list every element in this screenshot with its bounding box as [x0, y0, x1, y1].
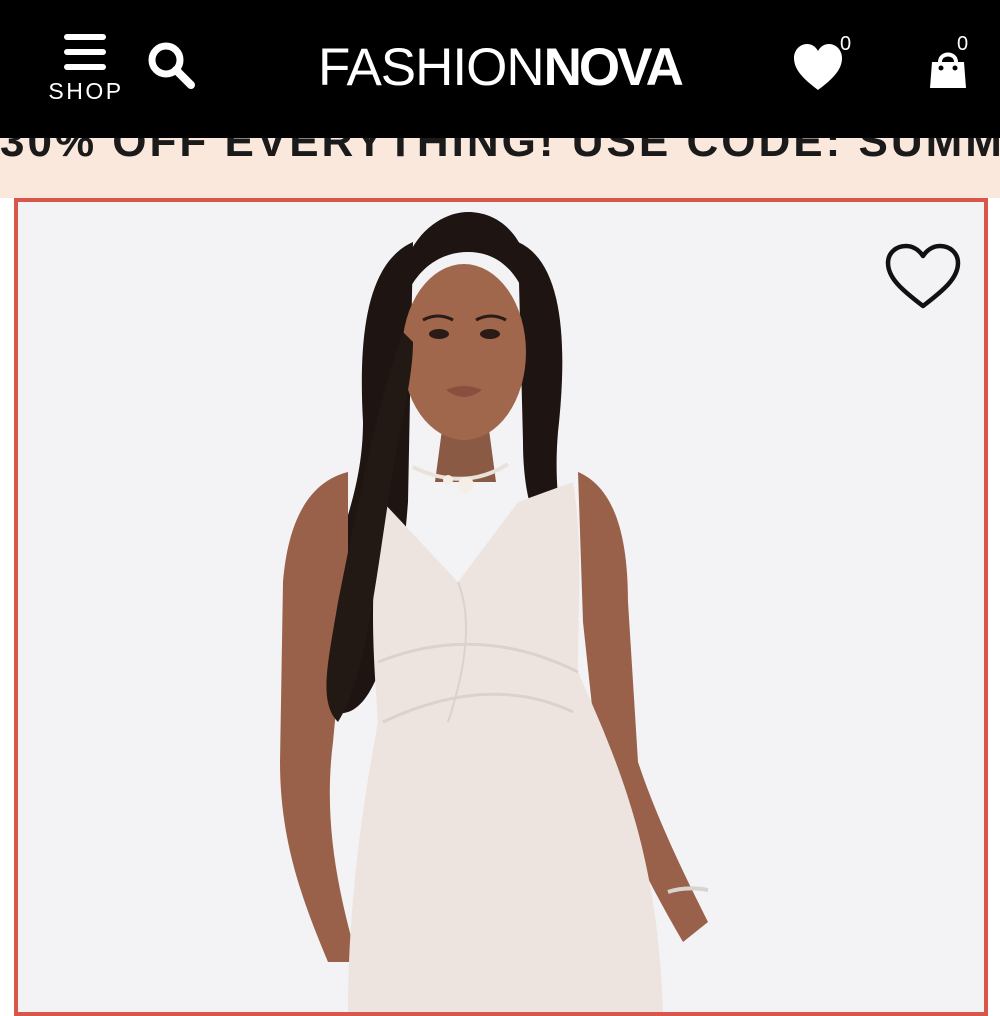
top-nav-bar: SHOP FASHIONNOVA 0 0	[0, 0, 1000, 138]
heart-icon	[794, 44, 842, 90]
cart-button[interactable]: 0	[924, 32, 984, 96]
brand-logo[interactable]: FASHIONNOVA	[318, 38, 684, 98]
wishlist-button[interactable]: 0	[790, 32, 860, 96]
shop-label: SHOP	[48, 78, 124, 104]
wishlist-count: 0	[840, 33, 852, 55]
logo-text-bold: NOVA	[543, 38, 684, 97]
hamburger-menu-icon	[64, 34, 106, 72]
favorite-button[interactable]	[884, 242, 962, 312]
heart-outline-icon	[885, 243, 961, 309]
promo-banner[interactable]: 30% OFF EVERYTHING! USE CODE: SUMMER	[0, 138, 1000, 198]
search-icon	[148, 42, 195, 89]
shop-menu-button[interactable]: SHOP	[44, 30, 128, 104]
product-card[interactable]	[14, 198, 988, 1016]
product-image[interactable]	[18, 202, 984, 1012]
promo-text: 30% OFF EVERYTHING! USE CODE: SUMMER	[0, 138, 1000, 166]
cart-count: 0	[957, 33, 969, 55]
search-button[interactable]	[146, 40, 198, 92]
logo-text-thin: FASHION	[318, 38, 545, 97]
